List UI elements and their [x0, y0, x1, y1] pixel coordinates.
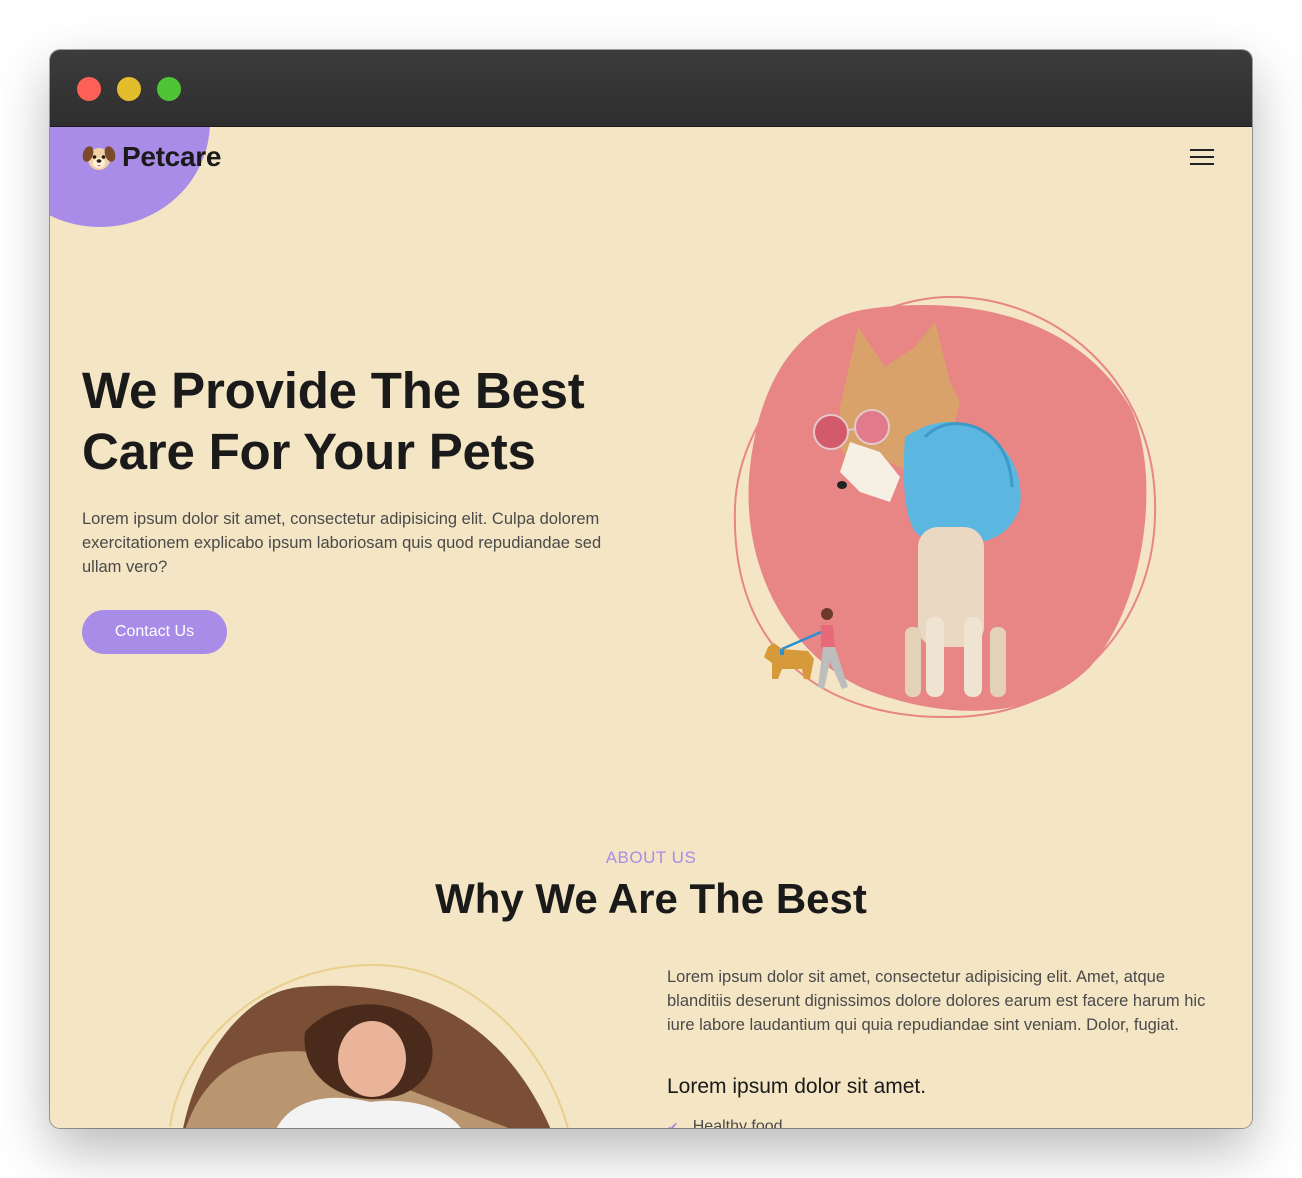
about-description: Lorem ipsum dolor sit amet, consectetur …: [667, 968, 1206, 1034]
about-subtitle: Lorem ipsum dolor sit amet.: [667, 1075, 927, 1098]
maximize-window-button[interactable]: [157, 77, 181, 101]
hero-illustration: [733, 295, 1157, 719]
window-titlebar: [50, 50, 1252, 127]
page-content: Petcare We Provide The Best Care For You…: [50, 127, 1252, 1128]
menu-line: [1190, 163, 1214, 165]
close-window-button[interactable]: [77, 77, 101, 101]
hero-title: We Provide The Best Care For Your Pets: [82, 362, 585, 480]
minimize-window-button[interactable]: [117, 77, 141, 101]
browser-window: Petcare We Provide The Best Care For You…: [50, 50, 1252, 1128]
about-kicker: ABOUT US: [605, 848, 697, 867]
brand-name: Petcare: [122, 141, 222, 172]
features-list: ✔ Healthy food: [667, 1115, 783, 1128]
about-image: [169, 963, 569, 1128]
brand-logo-link[interactable]: Petcare: [82, 139, 221, 175]
hamburger-menu-button[interactable]: [1186, 145, 1218, 169]
menu-line: [1190, 149, 1214, 151]
list-item: ✔ Healthy food: [667, 1115, 783, 1128]
dog-face-icon: [82, 146, 116, 170]
hero-description: Lorem ipsum dolor sit amet, consectetur …: [82, 510, 602, 576]
list-item-label: Healthy food: [692, 1118, 783, 1128]
contact-us-button[interactable]: Contact Us: [82, 610, 227, 654]
menu-line: [1190, 156, 1214, 158]
about-title: Why We Are The Best: [435, 875, 867, 922]
check-icon: ✔: [667, 1118, 679, 1129]
